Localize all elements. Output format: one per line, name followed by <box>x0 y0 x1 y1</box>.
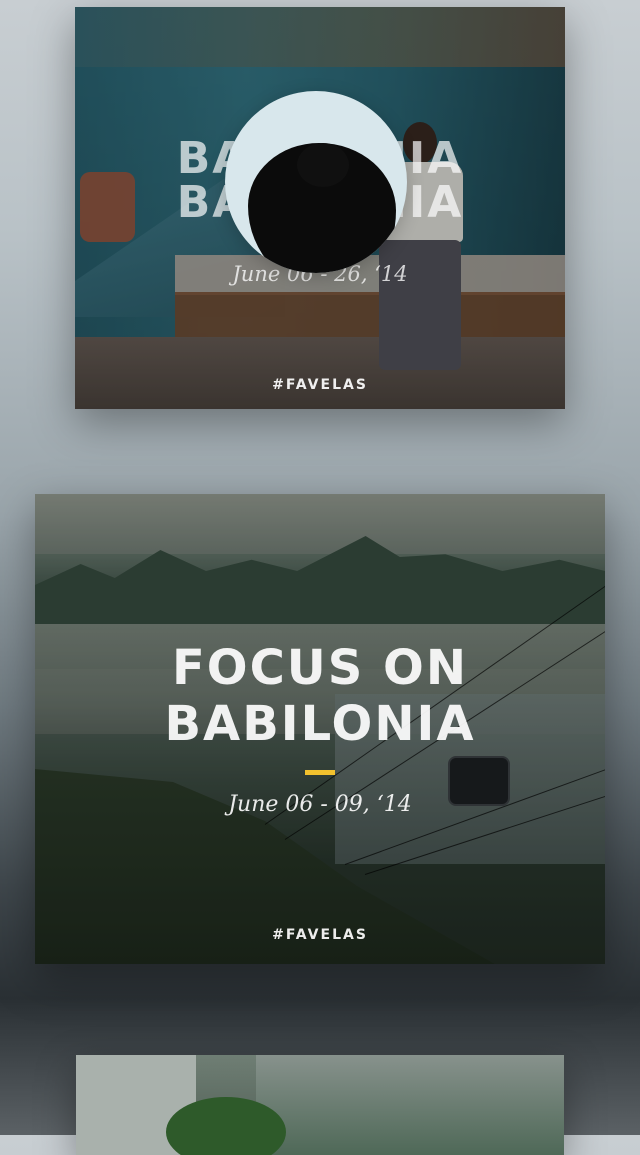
card-title-line1: FOCUS ON <box>171 640 469 696</box>
card-title: FOCUS ON BABILONIA <box>35 640 605 752</box>
event-card-2[interactable]: FOCUS ON BABILONIA June 06 - 09, ‘14 #FA… <box>35 494 605 964</box>
title-accent-bar <box>305 770 335 775</box>
avatar-head-icon <box>297 143 349 187</box>
card-tag[interactable]: #FAVELAS <box>75 377 565 393</box>
card-date: June 06 - 09, ‘14 <box>228 792 412 817</box>
card-tag[interactable]: #FAVELAS <box>35 927 605 943</box>
event-card-3[interactable] <box>76 1055 564 1155</box>
card-title-line2: BABILONIA <box>164 696 476 752</box>
card-photo-mist <box>256 1055 564 1155</box>
user-avatar[interactable] <box>225 91 407 273</box>
